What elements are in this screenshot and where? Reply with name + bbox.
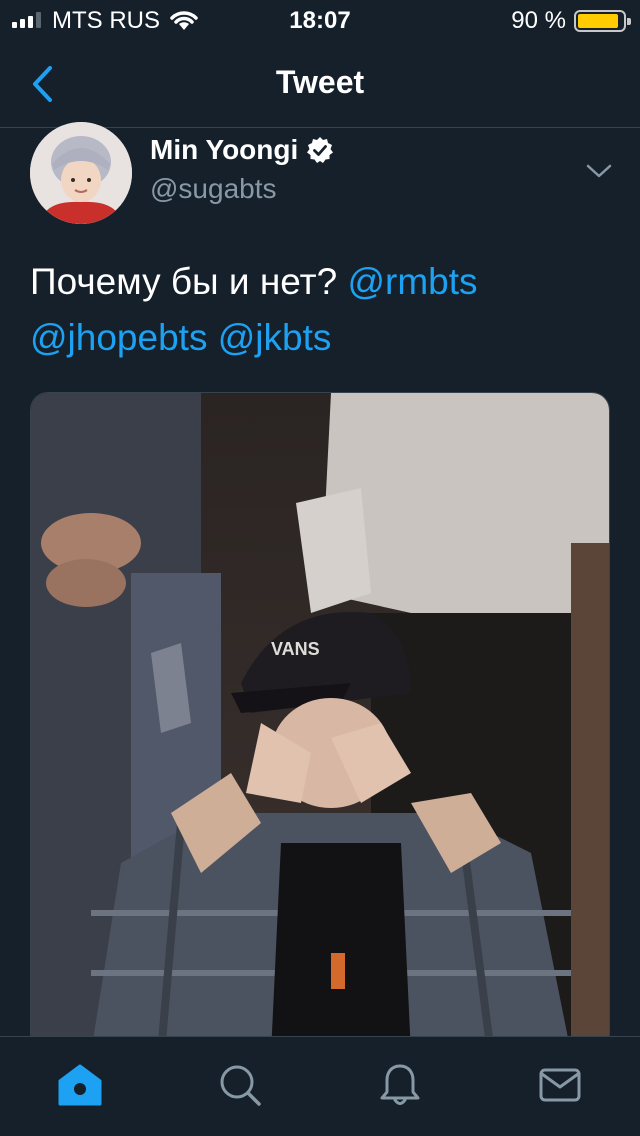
svg-text:VANS: VANS xyxy=(271,639,320,659)
avatar-photo xyxy=(30,122,132,224)
envelope-icon xyxy=(539,1068,581,1102)
tab-bar xyxy=(0,1036,640,1136)
author-handle[interactable]: @sugabts xyxy=(150,173,277,205)
home-icon xyxy=(58,1064,102,1106)
page-title: Tweet xyxy=(275,64,365,100)
avatar[interactable] xyxy=(30,122,132,224)
tweet-photo[interactable]: VANS xyxy=(30,392,610,1052)
tweet-text-body: Почему бы и нет? xyxy=(30,261,348,302)
verified-badge-icon xyxy=(307,137,334,163)
author-name-row[interactable]: Min Yoongi xyxy=(150,134,334,166)
tab-search[interactable] xyxy=(216,1061,264,1109)
chevron-down-icon[interactable] xyxy=(584,156,614,186)
mention-link[interactable]: @jkbts xyxy=(218,317,332,358)
tab-messages[interactable] xyxy=(536,1061,584,1109)
battery-level-fill xyxy=(578,14,618,28)
tweet-text: Почему бы и нет? @rmbts @jhopebts @jkbts xyxy=(30,254,620,366)
mention-link[interactable]: @jhopebts xyxy=(30,317,207,358)
bell-icon xyxy=(380,1064,420,1105)
tab-home[interactable] xyxy=(56,1061,104,1109)
author-name[interactable]: Min Yoongi xyxy=(150,134,298,166)
tweet-screen: MTS RUS 18:07 90 % Tweet Min Yoongi @sug… xyxy=(0,0,640,1136)
battery-icon xyxy=(574,10,631,32)
tab-notifications[interactable] xyxy=(376,1061,424,1109)
navigation-bar: Tweet xyxy=(0,42,640,128)
search-icon xyxy=(220,1065,261,1106)
battery-percent: 90 % xyxy=(511,7,566,34)
mention-link[interactable]: @rmbts xyxy=(347,261,477,302)
status-bar: MTS RUS 18:07 90 % xyxy=(0,0,640,42)
photo-content: VANS xyxy=(31,393,609,1051)
